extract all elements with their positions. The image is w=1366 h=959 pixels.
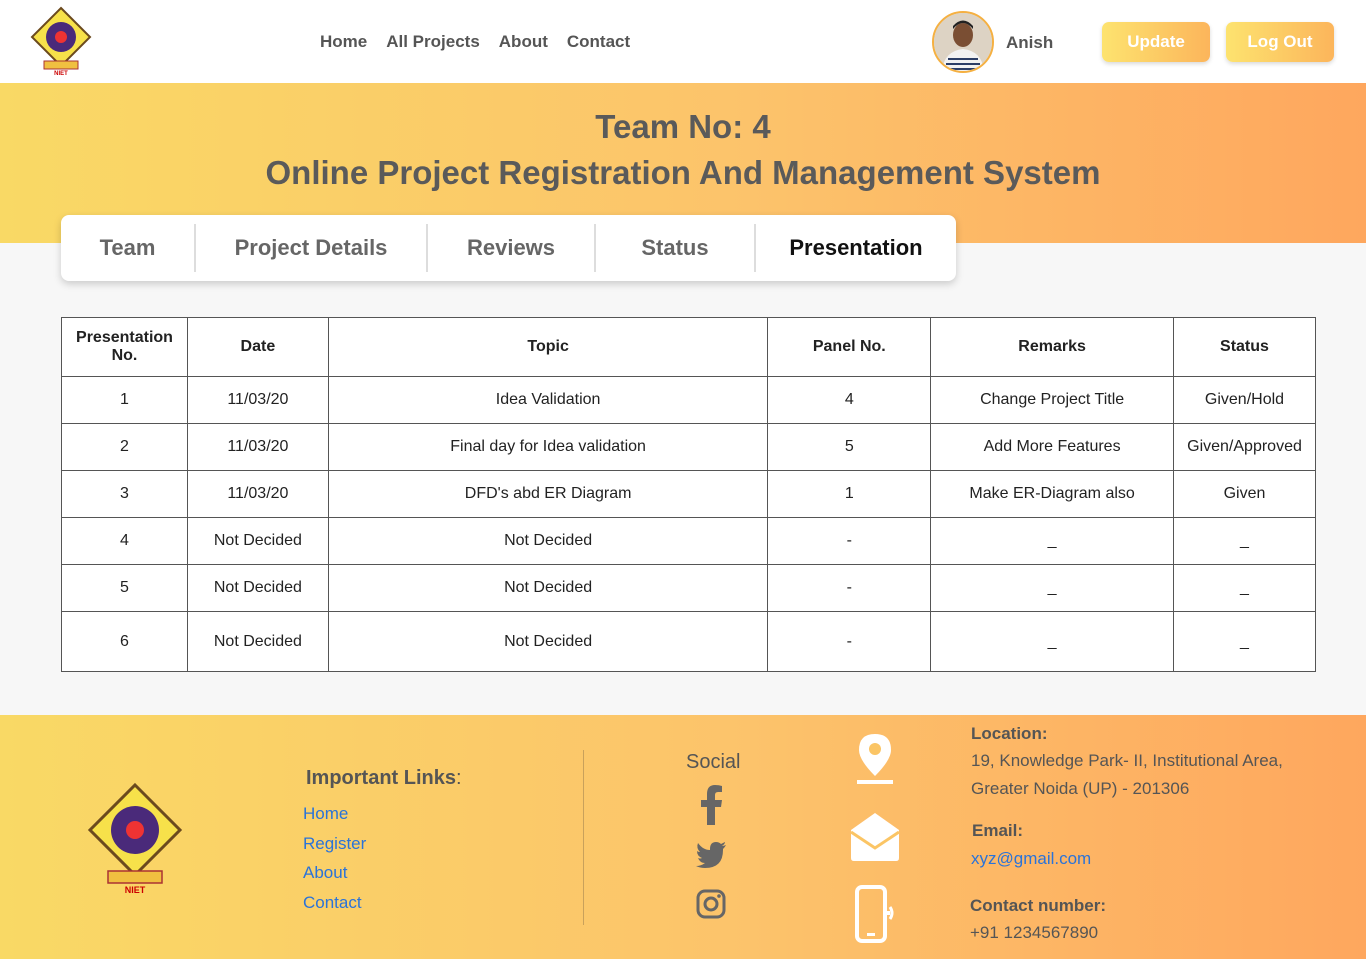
cell-presentation-no: 3: [61, 470, 188, 518]
footer-link-register[interactable]: Register: [303, 834, 366, 854]
top-navbar: NIET Home All Projects About Contact Ani…: [0, 0, 1366, 83]
footer-link-home[interactable]: Home: [303, 804, 348, 824]
presentation-table: Presentation No. Date Topic Panel No. Re…: [61, 317, 1317, 672]
main-nav: Home All Projects About Contact: [320, 32, 649, 52]
cell-topic: Not Decided: [327, 611, 769, 672]
footer-link-contact[interactable]: Contact: [303, 893, 362, 913]
column-header-panel-no: Panel No.: [767, 317, 932, 377]
contact-number: +91 1234567890: [970, 923, 1099, 942]
cell-topic: Not Decided: [327, 517, 769, 565]
cell-topic: DFD's abd ER Diagram: [327, 470, 769, 518]
cell-remarks: Make ER-Diagram also: [930, 470, 1174, 518]
update-button[interactable]: Update: [1102, 22, 1210, 62]
tab-status[interactable]: Status: [596, 224, 756, 272]
cell-remarks: Change Project Title: [930, 376, 1174, 424]
location-line-1: 19, Knowledge Park- II, Institutional Ar…: [971, 751, 1283, 770]
cell-date: Not Decided: [186, 611, 329, 672]
column-header-topic: Topic: [327, 317, 769, 377]
avatar[interactable]: [932, 11, 994, 73]
tab-project-details[interactable]: Project Details: [196, 224, 428, 272]
cell-remarks: _: [930, 564, 1174, 612]
cell-presentation-no: 2: [61, 423, 188, 471]
logout-button[interactable]: Log Out: [1226, 22, 1334, 62]
niet-logo-icon: NIET: [87, 782, 183, 895]
email-label: Email:: [972, 821, 1024, 840]
email-link[interactable]: xyz@gmail.com: [971, 849, 1091, 869]
cell-status: Given/Hold: [1172, 376, 1317, 424]
cell-date: Not Decided: [186, 517, 329, 565]
tab-reviews[interactable]: Reviews: [428, 224, 596, 272]
cell-panel-no: -: [767, 517, 932, 565]
facebook-icon[interactable]: [693, 785, 729, 825]
nav-home[interactable]: Home: [320, 32, 367, 52]
column-header-date: Date: [186, 317, 329, 377]
instagram-icon[interactable]: [693, 884, 729, 924]
table-row: 3 11/03/20 DFD's abd ER Diagram 1 Make E…: [61, 470, 1317, 518]
cell-panel-no: 1: [767, 470, 932, 518]
table-row: 6 Not Decided Not Decided - _ _: [61, 611, 1317, 672]
cell-panel-no: 4: [767, 376, 932, 424]
column-header-presentation-no: Presentation No.: [61, 317, 188, 377]
column-header-status: Status: [1172, 317, 1317, 377]
cell-panel-no: -: [767, 564, 932, 612]
email-envelope-icon: [845, 810, 905, 862]
team-title: Team No: 4: [595, 108, 771, 145]
cell-date: 11/03/20: [186, 423, 329, 471]
presentation-table-container: Presentation No. Date Topic Panel No. Re…: [61, 317, 1317, 672]
cell-presentation-no: 1: [61, 376, 188, 424]
table-row: 1 11/03/20 Idea Validation 4 Change Proj…: [61, 376, 1317, 424]
cell-topic: Final day for Idea validation: [327, 423, 769, 471]
nav-about[interactable]: About: [499, 32, 548, 52]
cell-remarks: _: [930, 517, 1174, 565]
tab-presentation[interactable]: Presentation: [756, 224, 956, 272]
cell-status: _: [1172, 517, 1317, 565]
tab-team[interactable]: Team: [61, 224, 196, 272]
cell-topic: Not Decided: [327, 564, 769, 612]
table-row: 5 Not Decided Not Decided - _ _: [61, 564, 1317, 612]
cell-presentation-no: 4: [61, 517, 188, 565]
location-line-2: Greater Noida (UP) - 201306: [971, 779, 1190, 798]
cell-panel-no: 5: [767, 423, 932, 471]
user-avatar-icon: [934, 13, 992, 71]
contact-label: Contact number:: [970, 896, 1106, 915]
table-header-row: Presentation No. Date Topic Panel No. Re…: [61, 317, 1317, 377]
table-row: 4 Not Decided Not Decided - _ _: [61, 517, 1317, 565]
cell-date: 11/03/20: [186, 470, 329, 518]
cell-status: Given/Approved: [1172, 423, 1317, 471]
table-row: 2 11/03/20 Final day for Idea validation…: [61, 423, 1317, 471]
cell-status: _: [1172, 564, 1317, 612]
project-tabs: Team Project Details Reviews Status Pres…: [61, 215, 956, 281]
user-name: Anish: [1006, 33, 1054, 52]
twitter-icon[interactable]: [693, 835, 729, 875]
cell-status: Given: [1172, 470, 1317, 518]
cell-remarks: _: [930, 611, 1174, 672]
nav-all-projects[interactable]: All Projects: [386, 32, 480, 52]
social-title: Social: [686, 751, 741, 773]
nav-contact[interactable]: Contact: [567, 32, 630, 52]
column-header-remarks: Remarks: [930, 317, 1174, 377]
cell-topic: Idea Validation: [327, 376, 769, 424]
project-title: Online Project Registration And Manageme…: [265, 154, 1101, 191]
cell-panel-no: -: [767, 611, 932, 672]
footer-divider: [583, 750, 584, 925]
location-label: Location:: [971, 724, 1048, 743]
niet-logo-icon[interactable]: NIET: [30, 6, 92, 76]
cell-remarks: Add More Features: [930, 423, 1174, 471]
cell-presentation-no: 6: [61, 611, 188, 672]
phone-icon: [845, 885, 905, 943]
cell-date: Not Decided: [186, 564, 329, 612]
cell-date: 11/03/20: [186, 376, 329, 424]
svg-text:NIET: NIET: [54, 71, 68, 76]
location-pin-icon: [845, 732, 905, 786]
svg-text:NIET: NIET: [125, 885, 146, 895]
cell-presentation-no: 5: [61, 564, 188, 612]
important-links-title: Important Links:: [306, 767, 462, 789]
footer-link-about[interactable]: About: [303, 863, 347, 883]
cell-status: _: [1172, 611, 1317, 672]
